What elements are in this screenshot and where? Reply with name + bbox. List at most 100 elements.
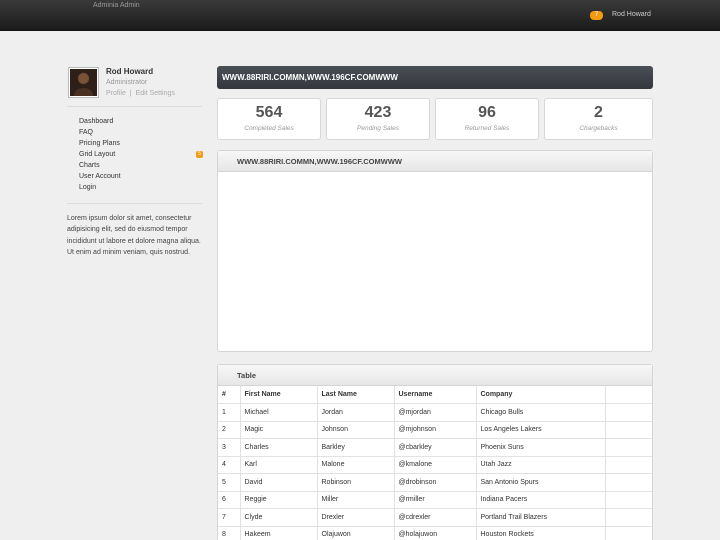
table-cell: 5 — [218, 473, 241, 492]
table-panel: Table # First Name Last Name Username Co… — [217, 364, 653, 540]
table-cell: Magic — [240, 421, 318, 439]
table-cell: Karl — [240, 456, 318, 474]
table-cell: 2 — [218, 421, 241, 439]
table-cell: @cdrexler — [394, 508, 477, 527]
edit-settings-link[interactable]: Edit Settings — [136, 90, 175, 97]
sidebar-item-grid-layout[interactable]: Grid Layout 5 — [79, 149, 203, 160]
table-cell: @cbarkley — [394, 438, 477, 457]
stat-label: Completed Sales — [244, 125, 294, 132]
table-cell: 6 — [218, 491, 241, 509]
top-user-menu[interactable]: Rod Howard — [612, 11, 651, 18]
stat-value: 2 — [594, 104, 603, 121]
table-cell: Chicago Bulls — [476, 403, 606, 422]
sidebar-item-dashboard[interactable]: Dashboard — [79, 116, 203, 127]
sidebar-item-user-account[interactable]: User Account — [79, 171, 203, 182]
data-table: # First Name Last Name Username Company … — [218, 386, 652, 540]
table-cell: Michael — [240, 403, 318, 422]
table-cell: @holajuwon — [394, 526, 477, 540]
table-cell: Reggie — [240, 491, 318, 509]
page-title: WWW.88RIRI.COMMN,WWW.196CF.COMWWW — [217, 66, 653, 89]
stat-label: Returned Sales — [464, 125, 510, 132]
stat-value: 564 — [255, 104, 283, 121]
table-cell: Jordan — [317, 403, 395, 422]
table-cell: Johnson — [317, 421, 395, 439]
table-title: Table — [218, 365, 652, 386]
grid-layout-badge: 5 — [196, 151, 203, 158]
column-header: Username — [394, 386, 477, 404]
table-row: 6 Reggie Miller @rmiller Indiana Pacers — [218, 491, 652, 509]
table-cell: Hakeem — [240, 526, 318, 540]
table-cell: Drexler — [317, 508, 395, 527]
column-header: Company — [476, 386, 606, 404]
stat-chargebacks: 2 Chargebacks — [544, 98, 653, 140]
table-cell: 1 — [218, 403, 241, 422]
table-cell: Clyde — [240, 508, 318, 527]
table-cell — [605, 508, 652, 527]
profile-name: Rod Howard — [106, 67, 154, 76]
sidebar-item-login[interactable]: Login — [79, 182, 203, 193]
table-cell: Indiana Pacers — [476, 491, 606, 509]
stat-pending-sales: 423 Pending Sales — [326, 98, 430, 140]
table-cell: 4 — [218, 456, 241, 474]
notification-badge[interactable]: 7 — [590, 11, 603, 20]
table-row: 2 Magic Johnson @mjohnson Los Angeles Lakers — [218, 421, 652, 439]
sidebar-nav: Dashboard FAQ Pricing Plans Grid Layout 5… — [79, 116, 203, 193]
table-cell — [605, 438, 652, 457]
stat-returned-sales: 96 Returned Sales — [435, 98, 539, 140]
table-cell — [605, 421, 652, 439]
table-cell: Robinson — [317, 473, 395, 492]
column-header: Last Name — [317, 386, 395, 404]
top-bar: Adminia Admin 7 Rod Howard — [0, 0, 720, 31]
stat-value: 423 — [364, 104, 392, 121]
divider — [67, 106, 202, 107]
panel-title: WWW.88RIRI.COMMN,WWW.196CF.COMWWW — [218, 151, 652, 172]
sidebar-item-faq[interactable]: FAQ — [79, 127, 203, 138]
content-panel: WWW.88RIRI.COMMN,WWW.196CF.COMWWW — [217, 150, 653, 352]
table-row: 1 Michael Jordan @mjordan Chicago Bulls — [218, 403, 652, 422]
table-cell: Charles — [240, 438, 318, 457]
table-cell: Miller — [317, 491, 395, 509]
table-cell: @kmalone — [394, 456, 477, 474]
table-row: 3 Charles Barkley @cbarkley Phoenix Suns — [218, 438, 652, 457]
table-cell: 8 — [218, 526, 241, 540]
table-cell: David — [240, 473, 318, 492]
profile-links: Profile | Edit Settings — [106, 90, 175, 97]
profile-role: Administrator — [106, 79, 148, 86]
table-row: 8 Hakeem Olajuwon @holajuwon Houston Rockets — [218, 526, 652, 540]
table-cell: San Antonio Spurs — [476, 473, 606, 492]
column-header — [605, 386, 652, 404]
table-cell: Houston Rockets — [476, 526, 606, 540]
table-cell: Los Angeles Lakers — [476, 421, 606, 439]
table-cell: Malone — [317, 456, 395, 474]
table-cell: Barkley — [317, 438, 395, 457]
table-cell — [605, 526, 652, 540]
table-cell: @rmiller — [394, 491, 477, 509]
table-cell: @drobinson — [394, 473, 477, 492]
table-cell: Phoenix Suns — [476, 438, 606, 457]
table-cell — [605, 403, 652, 422]
table-header-row: # First Name Last Name Username Company — [218, 386, 652, 404]
table-row: 7 Clyde Drexler @cdrexler Portland Trail Bla… — [218, 508, 652, 527]
column-header: # — [218, 386, 241, 404]
column-header: First Name — [240, 386, 318, 404]
stat-label: Pending Sales — [357, 125, 399, 132]
profile-link[interactable]: Profile — [106, 90, 126, 97]
table-cell: Portland Trail Blazers — [476, 508, 606, 527]
stat-label: Chargebacks — [579, 125, 618, 132]
table-cell: @mjohnson — [394, 421, 477, 439]
sidebar-item-pricing-plans[interactable]: Pricing Plans — [79, 138, 203, 149]
table-cell: 7 — [218, 508, 241, 527]
stat-completed-sales: 564 Completed Sales — [217, 98, 321, 140]
table-row: 4 Karl Malone @kmalone Utah Jazz — [218, 456, 652, 474]
table-row: 5 David Robinson @drobinson San Antonio Spur… — [218, 473, 652, 492]
table-cell: Utah Jazz — [476, 456, 606, 474]
sidebar-text: Lorem ipsum dolor sit amet, consectetur … — [67, 215, 201, 256]
link-separator: | — [129, 90, 132, 97]
table-cell — [605, 473, 652, 492]
sidebar-item-charts[interactable]: Charts — [79, 160, 203, 171]
table-cell — [605, 456, 652, 474]
stat-value: 96 — [478, 104, 496, 121]
brand-name[interactable]: Adminia Admin — [93, 2, 140, 9]
avatar — [68, 67, 99, 98]
divider — [67, 203, 202, 204]
